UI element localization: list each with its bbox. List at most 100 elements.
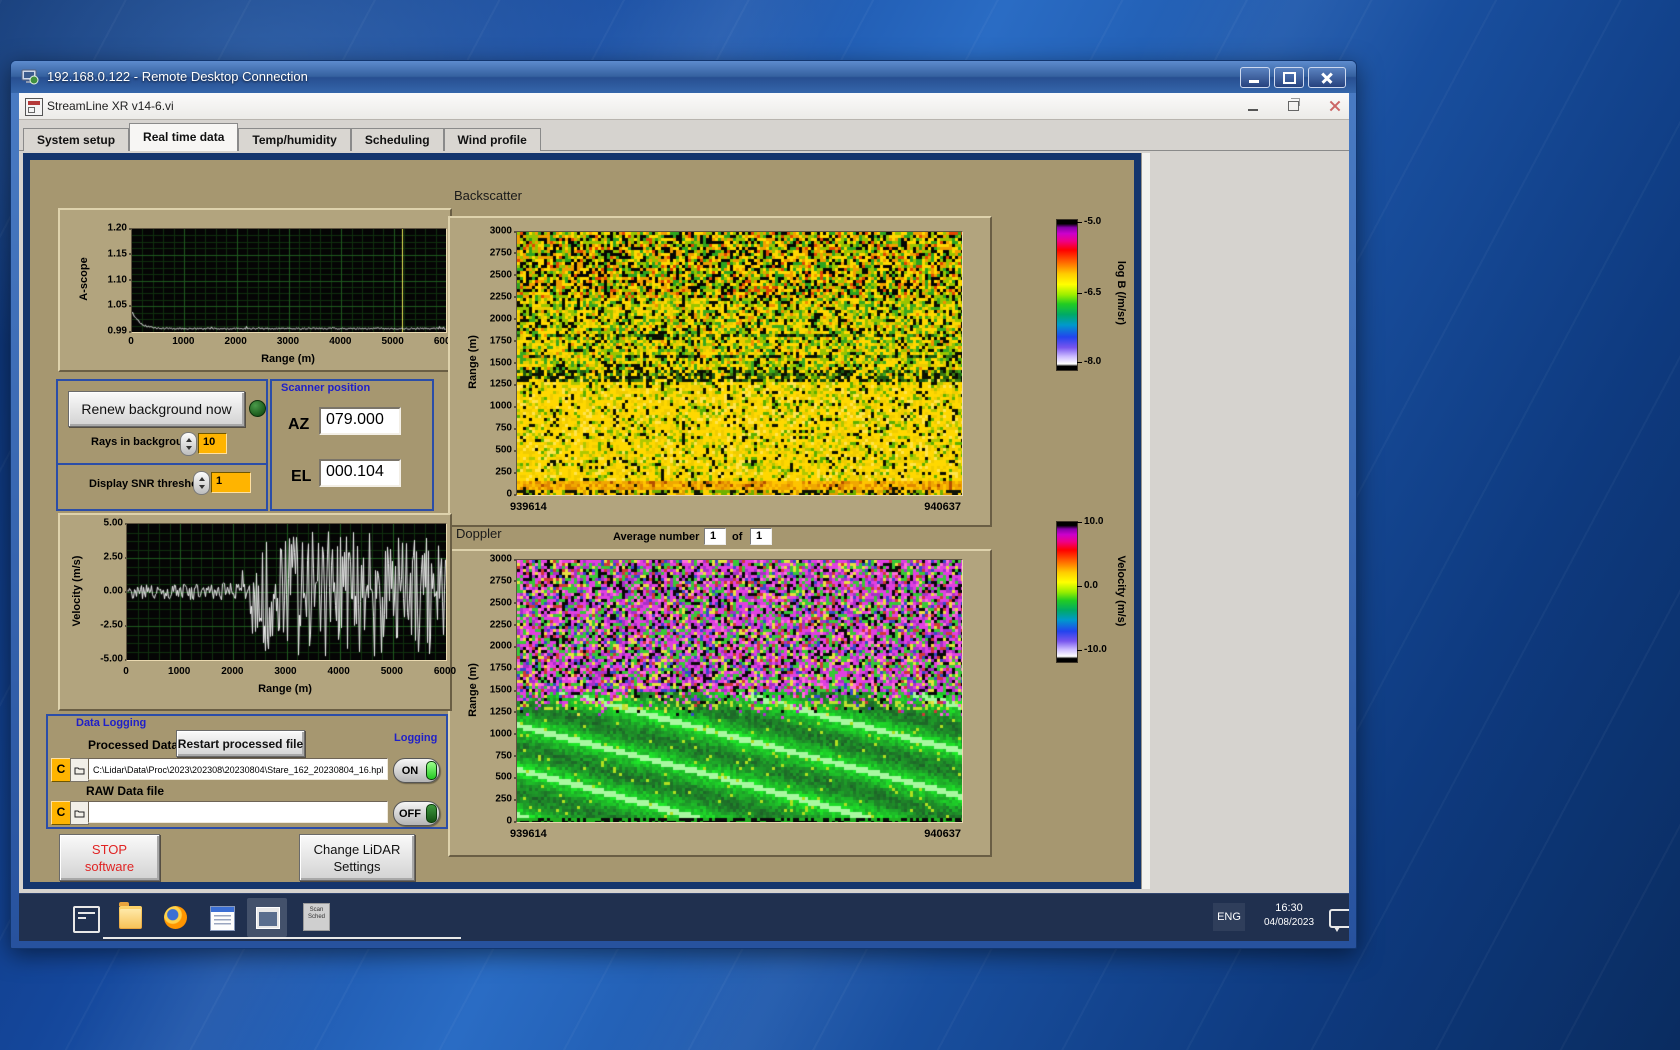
tick-label: 3000 bbox=[489, 225, 520, 237]
scanner-position-title: Scanner position bbox=[281, 382, 371, 394]
active-app-taskbar-button[interactable] bbox=[247, 898, 287, 937]
backscatter-colorbar bbox=[1056, 219, 1078, 371]
taskbar: Scan Sched ENG 16:30 04/08/2023 bbox=[19, 893, 1349, 941]
tick-label: 1.05 bbox=[107, 299, 135, 311]
scanner-position-box bbox=[270, 379, 434, 511]
language-indicator[interactable]: ENG bbox=[1213, 903, 1245, 931]
toggle-off-label: OFF bbox=[399, 807, 421, 820]
ascope-y-axis: 1.20 1.15 1.10 1.05 0.99 bbox=[90, 223, 135, 337]
remote-session: StreamLine XR v14-6.vi System setup Real … bbox=[19, 93, 1349, 941]
tab-scheduling[interactable]: Scheduling bbox=[350, 128, 444, 151]
velocity-y-axis: 5.00 2.50 0.00 -2.50 -5.00 bbox=[86, 518, 131, 665]
backscatter-x-end: 940637 bbox=[924, 501, 961, 513]
data-logging-title: Data Logging bbox=[76, 717, 147, 729]
tick-label: 2.50 bbox=[103, 551, 131, 563]
app-close-button[interactable] bbox=[1329, 100, 1341, 112]
rdp-close-button[interactable] bbox=[1308, 67, 1346, 88]
doppler-colorbar-title: Velocity (m/s) bbox=[1115, 555, 1127, 627]
tick-label: 2500 bbox=[489, 269, 520, 281]
tick-label: 250 bbox=[495, 793, 519, 805]
snr-value-field[interactable]: 1 bbox=[211, 472, 251, 493]
tick-label: 2250 bbox=[489, 619, 520, 630]
raw-data-file-path[interactable] bbox=[88, 801, 388, 823]
backscatter-x-start: 939614 bbox=[510, 501, 547, 513]
scrollbar-strip[interactable] bbox=[1141, 153, 1150, 889]
tick-label: 0 bbox=[128, 336, 134, 347]
taskbar-clock[interactable]: 16:30 04/08/2023 bbox=[1251, 901, 1327, 935]
tab-real-time-data[interactable]: Real time data bbox=[129, 123, 239, 151]
doppler-y-axis: 3000 2750 2500 2250 2000 1750 1500 1250 1000 750 5… bbox=[474, 554, 520, 827]
tick-label: -5.00 bbox=[100, 653, 130, 665]
tab-system-setup[interactable]: System setup bbox=[23, 128, 130, 151]
raw-logging-toggle[interactable]: OFF bbox=[393, 801, 440, 826]
tick-label: 0 bbox=[506, 815, 519, 827]
tick-label: 1.20 bbox=[107, 222, 135, 234]
app-window-controls bbox=[1248, 97, 1341, 115]
scan-scheduler-icon[interactable]: Scan Sched bbox=[303, 903, 330, 931]
toggle-led-icon bbox=[426, 804, 437, 823]
task-view-icon[interactable] bbox=[73, 906, 100, 933]
stop-software-button[interactable]: STOP software bbox=[59, 834, 160, 881]
clock-date: 04/08/2023 bbox=[1263, 917, 1315, 928]
tick-label: 5000 bbox=[381, 336, 404, 347]
tab-wind-profile[interactable]: Wind profile bbox=[443, 128, 541, 151]
tick-label: 1000 bbox=[168, 666, 191, 677]
rdp-window: 192.168.0.122 - Remote Desktop Connectio… bbox=[10, 60, 1357, 949]
chat-bubble-icon[interactable] bbox=[1329, 909, 1349, 932]
firefox-icon[interactable] bbox=[164, 906, 187, 929]
backscatter-y-axis: 3000 2750 2500 2250 2000 1750 1500 1250 1000 750 5… bbox=[474, 226, 520, 500]
raw-drive-selector[interactable]: C bbox=[51, 801, 71, 825]
tick-label: 2750 bbox=[489, 247, 520, 259]
app-restore-button[interactable] bbox=[1288, 98, 1300, 111]
doppler-x-end: 940637 bbox=[924, 828, 961, 840]
app-minimize-button[interactable] bbox=[1248, 109, 1258, 111]
processed-data-file-path[interactable]: C:\Lidar\Data\Proc\2023\202308\20230804\… bbox=[88, 758, 388, 780]
rdp-minimize-button[interactable] bbox=[1240, 67, 1270, 88]
app-icon bbox=[25, 98, 43, 116]
taskbar-underline bbox=[103, 937, 461, 939]
file-explorer-icon[interactable] bbox=[119, 902, 142, 929]
el-label: EL bbox=[291, 468, 312, 485]
doppler-heatmap-canvas bbox=[516, 559, 963, 823]
doppler-colorbar bbox=[1056, 521, 1078, 663]
colorbar-tick-label: -8.0 bbox=[1077, 356, 1124, 367]
app-window-title: StreamLine XR v14-6.vi bbox=[47, 99, 174, 113]
notes-app-icon[interactable] bbox=[210, 906, 235, 931]
velocity-axis-label: Velocity (m/s) bbox=[71, 555, 83, 627]
rdp-window-title: 192.168.0.122 - Remote Desktop Connectio… bbox=[47, 69, 308, 84]
logging-label: Logging bbox=[394, 732, 438, 744]
rays-spinner[interactable] bbox=[180, 432, 197, 456]
maximize-icon bbox=[1283, 72, 1296, 84]
renew-background-button[interactable]: Renew background now bbox=[68, 391, 245, 427]
minimize-icon bbox=[1249, 80, 1259, 83]
tick-label: -2.50 bbox=[100, 619, 130, 631]
renew-background-label: Renew background now bbox=[81, 401, 232, 417]
backscatter-title: Backscatter bbox=[454, 188, 522, 203]
spinner-down-icon bbox=[185, 446, 192, 451]
az-label: AZ bbox=[288, 416, 310, 433]
snr-spinner[interactable] bbox=[193, 471, 210, 495]
desktop: 192.168.0.122 - Remote Desktop Connectio… bbox=[0, 0, 1680, 1050]
tick-label: 5.00 bbox=[103, 517, 131, 529]
tab-temp-humidity[interactable]: Temp/humidity bbox=[238, 128, 351, 151]
tick-label: 2750 bbox=[489, 575, 520, 587]
tick-label: 1250 bbox=[489, 706, 520, 718]
tick-label: 1750 bbox=[489, 335, 520, 347]
average-total-field[interactable]: 1 bbox=[750, 528, 772, 545]
restart-processed-file-button[interactable]: Restart processed file bbox=[176, 730, 305, 757]
velocity-plot-canvas bbox=[126, 523, 447, 661]
tick-label: 750 bbox=[495, 422, 519, 434]
tick-label: 0.99 bbox=[107, 325, 135, 337]
average-number-field[interactable]: 1 bbox=[704, 528, 726, 545]
tick-label: 4000 bbox=[327, 666, 350, 677]
toggle-on-label: ON bbox=[401, 764, 419, 777]
snr-threshold-label: Display SNR threshold bbox=[89, 478, 208, 490]
processed-drive-selector[interactable]: C bbox=[51, 758, 71, 782]
processed-browse-button[interactable] bbox=[70, 758, 89, 782]
raw-browse-button[interactable] bbox=[70, 801, 89, 825]
rdp-maximize-button[interactable] bbox=[1274, 67, 1304, 88]
change-lidar-settings-button[interactable]: Change LiDAR Settings bbox=[299, 834, 415, 881]
rays-value-field[interactable]: 10 bbox=[198, 433, 227, 454]
rdp-icon bbox=[21, 69, 39, 85]
processed-logging-toggle[interactable]: ON bbox=[393, 758, 440, 783]
